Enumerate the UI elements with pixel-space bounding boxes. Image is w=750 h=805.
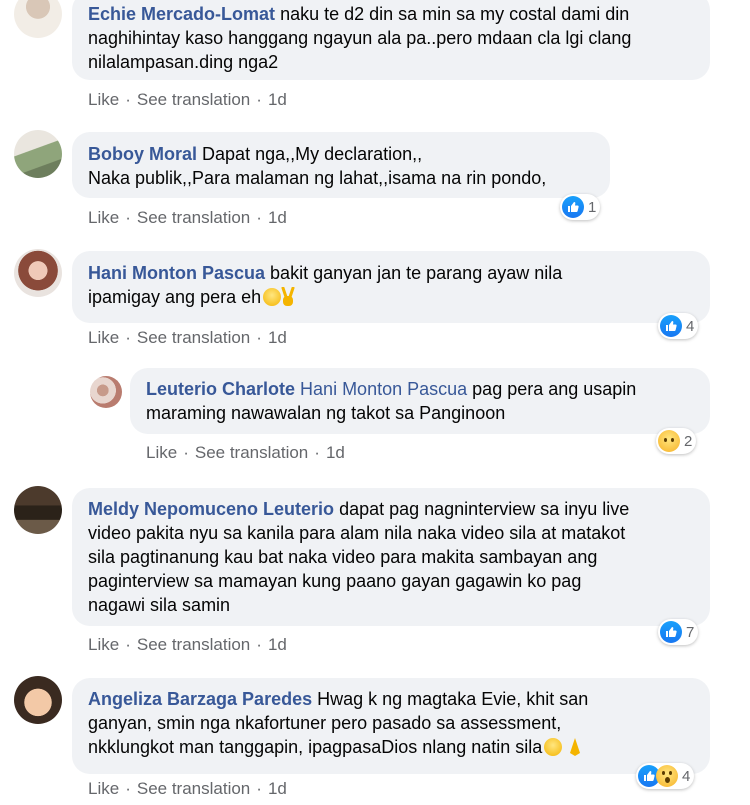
like-reaction-icon [562, 196, 584, 218]
comment-author[interactable]: Boboy Moral [88, 144, 197, 164]
see-translation-link[interactable]: See translation [137, 635, 250, 654]
like-reaction-icon [660, 621, 682, 643]
timestamp[interactable]: 1d [268, 328, 287, 347]
sad-reaction-icon [658, 430, 680, 452]
comment-bubble: Hani Monton Pascua bakit ganyan jan te p… [72, 251, 710, 323]
separator: · [256, 328, 262, 347]
like-link[interactable]: Like [88, 328, 119, 347]
comment-text: paginterview sa mamayan kung paano gayan… [88, 571, 582, 591]
avatar[interactable] [14, 130, 62, 178]
reaction-count-label: 1 [588, 198, 597, 216]
comment-actions: Like · See translation · 1d [88, 328, 287, 348]
comment-text: sila pagtinanung kau bat naka video para… [88, 547, 598, 567]
like-link[interactable]: Like [88, 208, 119, 227]
comment-actions: Like · See translation · 1d [146, 443, 345, 463]
timestamp[interactable]: 1d [268, 779, 287, 798]
reaction-count[interactable]: 4 [658, 313, 699, 339]
like-link[interactable]: Like [146, 443, 177, 462]
see-translation-link[interactable]: See translation [137, 328, 250, 347]
comment-author[interactable]: Angeliza Barzaga Paredes [88, 689, 312, 709]
comment-bubble: Leuterio Charlote Hani Monton Pascua pag… [130, 368, 710, 434]
comment-bubble: Boboy Moral Dapat nga,,My declaration,, … [72, 132, 610, 198]
comment-text: ipamigay ang pera eh [88, 287, 262, 307]
victory-hand-emoji-icon [281, 286, 295, 307]
separator: · [125, 328, 131, 347]
folded-hands-emoji-icon [567, 737, 581, 757]
comment-text: Dapat nga,,My declaration,, [202, 144, 423, 164]
comment-text: nkklungkot man tanggapin, ipagpasaDios n… [88, 737, 543, 757]
separator: · [256, 90, 262, 109]
comment-author[interactable]: Hani Monton Pascua [88, 263, 265, 283]
see-translation-link[interactable]: See translation [137, 208, 250, 227]
mention-link[interactable]: Hani Monton Pascua [300, 379, 467, 399]
comment-text: nilalampasan.ding nga2 [88, 52, 279, 72]
timestamp[interactable]: 1d [326, 443, 345, 462]
see-translation-link[interactable]: See translation [137, 90, 250, 109]
reaction-count[interactable]: 1 [560, 194, 601, 220]
comment-text: pag pera ang usapin [472, 379, 637, 399]
separator: · [125, 635, 131, 654]
comment-author[interactable]: Echie Mercado-Lomat [88, 4, 275, 24]
comment-text: nagawi sila samin [88, 595, 231, 615]
comment-author[interactable]: Meldy Nepomuceno Leuterio [88, 499, 334, 519]
timestamp[interactable]: 1d [268, 635, 287, 654]
comment-text: ganyan, smin nga nkafortuner pero pasado… [88, 713, 562, 733]
like-link[interactable]: Like [88, 90, 119, 109]
separator: · [314, 443, 320, 462]
like-link[interactable]: Like [88, 635, 119, 654]
comment-actions: Like · See translation · 1d [88, 208, 287, 228]
comment-text: maraming nawawalan ng takot sa Panginoon [146, 403, 506, 423]
comment-bubble: Meldy Nepomuceno Leuterio dapat pag nagn… [72, 488, 710, 626]
avatar[interactable] [14, 676, 62, 724]
avatar[interactable] [14, 249, 62, 297]
timestamp[interactable]: 1d [268, 208, 287, 227]
comment-actions: Like · See translation · 1d [88, 635, 287, 655]
avatar[interactable] [14, 0, 62, 38]
separator: · [183, 443, 189, 462]
comment-text: Naka publik,,Para malaman ng lahat,,isam… [88, 168, 547, 188]
separator: · [256, 779, 262, 798]
surprised-face-emoji-icon [263, 288, 282, 306]
reaction-count[interactable]: 2 [656, 428, 697, 454]
reaction-count-label: 7 [686, 623, 695, 641]
separator: · [125, 90, 131, 109]
separator: · [256, 208, 262, 227]
reaction-count-label: 4 [686, 317, 695, 335]
comment-text: dapat pag nagninterview sa inyu live [339, 499, 630, 519]
avatar[interactable] [14, 486, 62, 534]
separator: · [125, 779, 131, 798]
comment-text: video pakita nyu sa kanila para alam nil… [88, 523, 626, 543]
comment-text: naghihintay kaso hanggang ngayun ala pa.… [88, 28, 632, 48]
separator: · [125, 208, 131, 227]
wow-reaction-icon [656, 765, 678, 787]
timestamp[interactable]: 1d [268, 90, 287, 109]
comment-text: naku te d2 din sa min sa my costal dami … [280, 4, 630, 24]
comment-text: Hwag k ng magtaka Evie, khit san [317, 689, 589, 709]
reaction-count[interactable]: 7 [658, 619, 699, 645]
smiling-face-emoji-icon [544, 738, 563, 756]
see-translation-link[interactable]: See translation [195, 443, 308, 462]
see-translation-link[interactable]: See translation [137, 779, 250, 798]
comment-text: bakit ganyan jan te parang ayaw nila [270, 263, 563, 283]
reaction-count-label: 2 [684, 432, 693, 450]
comment-actions: Like · See translation · 1d [88, 779, 287, 799]
avatar[interactable] [90, 376, 122, 408]
like-reaction-icon [660, 315, 682, 337]
reaction-count[interactable]: 4 [636, 763, 695, 789]
comment-bubble: Angeliza Barzaga Paredes Hwag k ng magta… [72, 678, 710, 774]
comment-actions: Like · See translation · 1d [88, 90, 287, 110]
comment-bubble: Echie Mercado-Lomat naku te d2 din sa mi… [72, 0, 710, 80]
separator: · [256, 635, 262, 654]
reaction-count-label: 4 [682, 767, 691, 785]
like-link[interactable]: Like [88, 779, 119, 798]
comment-author[interactable]: Leuterio Charlote [146, 379, 295, 399]
